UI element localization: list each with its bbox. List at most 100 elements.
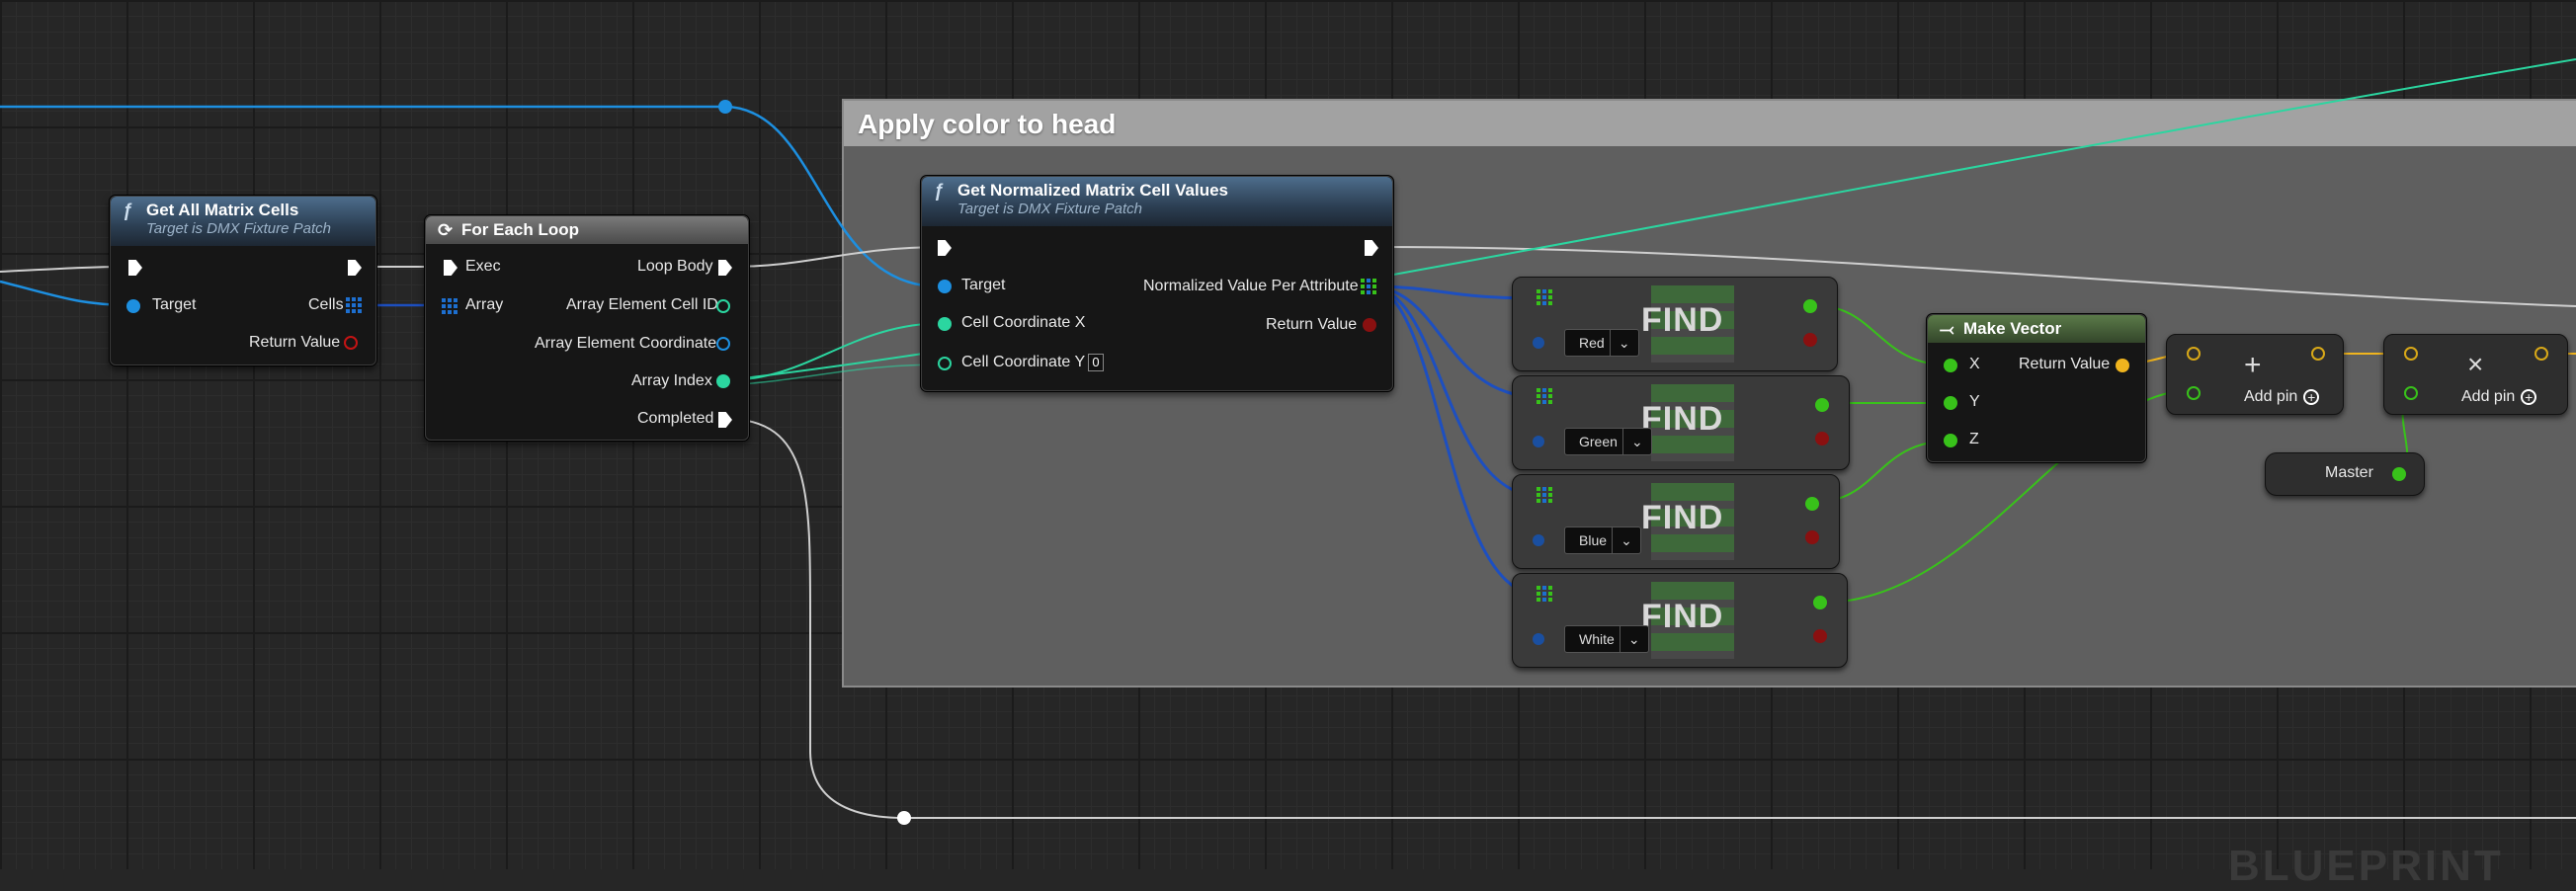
chevron-down-icon: ⌄ <box>1619 626 1648 652</box>
find-label: FIND <box>1641 499 1724 536</box>
master-out-pin[interactable] <box>2392 467 2406 481</box>
found-pin[interactable] <box>1813 629 1827 643</box>
exec-out-pin[interactable] <box>1365 240 1378 256</box>
z-pin[interactable] <box>1944 434 1957 447</box>
return-value-label: Return Value <box>249 334 341 351</box>
coord-y-label: Cell Coordinate Y <box>961 354 1086 370</box>
exec-out-pin[interactable] <box>348 260 362 276</box>
wire-index-coordy <box>725 364 947 386</box>
map-pin[interactable] <box>1537 388 1552 404</box>
b-pin[interactable] <box>2404 386 2418 400</box>
coordinate-pin[interactable] <box>716 337 730 351</box>
exec-in-pin[interactable] <box>938 240 952 256</box>
make-vector-node[interactable]: ⤙ Make Vector X Return Value Y Z <box>1927 314 2146 462</box>
add-pin-label: Add pin <box>2244 388 2298 405</box>
found-pin[interactable] <box>1803 333 1817 347</box>
coord-x-label: Cell Coordinate X <box>961 314 1086 331</box>
add-pin-button[interactable]: Add pin + <box>2461 388 2537 406</box>
key-pin[interactable] <box>1533 436 1544 447</box>
map-pin[interactable] <box>1537 586 1552 602</box>
cells-array-pin[interactable] <box>346 297 362 313</box>
make-struct-icon: ⤙ <box>1940 319 1954 339</box>
return-value-pin[interactable] <box>2116 359 2129 372</box>
loop-body-label: Loop Body <box>637 258 713 275</box>
key-dropdown[interactable]: Green ⌄ <box>1564 428 1652 455</box>
value-pin[interactable] <box>1813 596 1827 609</box>
add-pin-button[interactable]: Add pin + <box>2244 388 2320 406</box>
key-pin[interactable] <box>1533 337 1544 349</box>
plus-circle-icon: + <box>2521 388 2537 405</box>
return-value-pin[interactable] <box>1363 318 1376 332</box>
target-label: Target <box>961 277 1006 293</box>
node-subtitle: Target is DMX Fixture Patch <box>957 201 1143 217</box>
key-dropdown[interactable]: Blue ⌄ <box>1564 526 1642 554</box>
find-node-red[interactable]: FIND Red ⌄ <box>1512 277 1838 371</box>
key-value: Green <box>1579 434 1618 449</box>
map-pin[interactable] <box>1537 487 1552 503</box>
find-node-white[interactable]: FIND White ⌄ <box>1512 573 1848 668</box>
value-pin[interactable] <box>1803 299 1817 313</box>
array-pin[interactable] <box>442 298 457 314</box>
add-node[interactable]: + Add pin + <box>2166 334 2344 415</box>
array-index-pin[interactable] <box>716 374 730 388</box>
find-label: FIND <box>1641 301 1724 339</box>
found-pin[interactable] <box>1815 432 1829 446</box>
cell-id-pin[interactable] <box>716 299 730 313</box>
node-title: Get Normalized Matrix Cell Values <box>957 181 1228 200</box>
node-header: ⤙ Make Vector <box>1928 315 2145 343</box>
a-pin[interactable] <box>2187 347 2201 361</box>
loop-body-pin[interactable] <box>718 260 732 276</box>
for-each-loop-node[interactable]: ⟳ For Each Loop Exec Loop Body Array Arr… <box>425 215 749 441</box>
key-dropdown[interactable]: Red ⌄ <box>1564 329 1639 357</box>
node-header: ƒ Get Normalized Matrix Cell Values Targ… <box>922 177 1392 226</box>
map-pin[interactable] <box>1537 289 1552 305</box>
find-node-blue[interactable]: FIND Blue ⌄ <box>1512 474 1840 569</box>
wires-layer <box>0 58 2576 819</box>
function-icon: ƒ <box>123 201 133 220</box>
completed-pin[interactable] <box>718 412 732 428</box>
reroute-knot-blue[interactable] <box>718 100 732 114</box>
function-icon: ƒ <box>934 181 945 201</box>
coord-y-value-input[interactable]: 0 <box>1088 354 1104 371</box>
b-pin[interactable] <box>2187 386 2201 400</box>
y-pin[interactable] <box>1944 396 1957 410</box>
value-pin[interactable] <box>1805 497 1819 511</box>
key-pin[interactable] <box>1533 534 1544 546</box>
reroute-knot-exec[interactable] <box>897 811 911 825</box>
target-pin[interactable] <box>938 280 952 293</box>
get-all-matrix-cells-node[interactable]: ƒ Get All Matrix Cells Target is DMX Fix… <box>110 196 376 365</box>
master-variable-node[interactable]: Master <box>2265 452 2425 496</box>
master-label: Master <box>2325 464 2373 481</box>
x-pin[interactable] <box>1944 359 1957 372</box>
exec-in-pin[interactable] <box>128 260 142 276</box>
coord-x-pin[interactable] <box>938 317 952 331</box>
key-dropdown[interactable]: White ⌄ <box>1564 625 1649 653</box>
multiply-node[interactable]: × Add pin + <box>2383 334 2568 415</box>
target-pin[interactable] <box>126 299 140 313</box>
return-value-label: Return Value <box>2019 356 2111 372</box>
get-normalized-matrix-cell-values-node[interactable]: ƒ Get Normalized Matrix Cell Values Targ… <box>921 176 1393 391</box>
completed-label: Completed <box>637 410 714 427</box>
a-pin[interactable] <box>2404 347 2418 361</box>
coord-y-pin[interactable] <box>938 357 952 370</box>
array-label: Array <box>465 296 504 313</box>
normalized-value-pin[interactable] <box>1361 279 1376 294</box>
multiply-symbol: × <box>2467 349 2484 379</box>
found-pin[interactable] <box>1805 530 1819 544</box>
y-label: Y <box>1969 393 1980 410</box>
find-label: FIND <box>1641 400 1724 438</box>
key-value: Red <box>1579 335 1605 351</box>
find-node-green[interactable]: FIND Green ⌄ <box>1512 375 1850 470</box>
node-subtitle: Target is DMX Fixture Patch <box>146 220 332 237</box>
return-value-pin[interactable] <box>344 336 358 350</box>
chevron-down-icon: ⌄ <box>1612 527 1640 553</box>
key-value: White <box>1579 631 1615 647</box>
return-pin[interactable] <box>2311 347 2325 361</box>
add-pin-label: Add pin <box>2461 388 2516 405</box>
key-pin[interactable] <box>1533 633 1544 645</box>
return-pin[interactable] <box>2534 347 2548 361</box>
exec-in-pin[interactable] <box>444 260 457 276</box>
value-pin[interactable] <box>1815 398 1829 412</box>
array-index-label: Array Index <box>631 372 712 389</box>
x-label: X <box>1969 356 1980 372</box>
